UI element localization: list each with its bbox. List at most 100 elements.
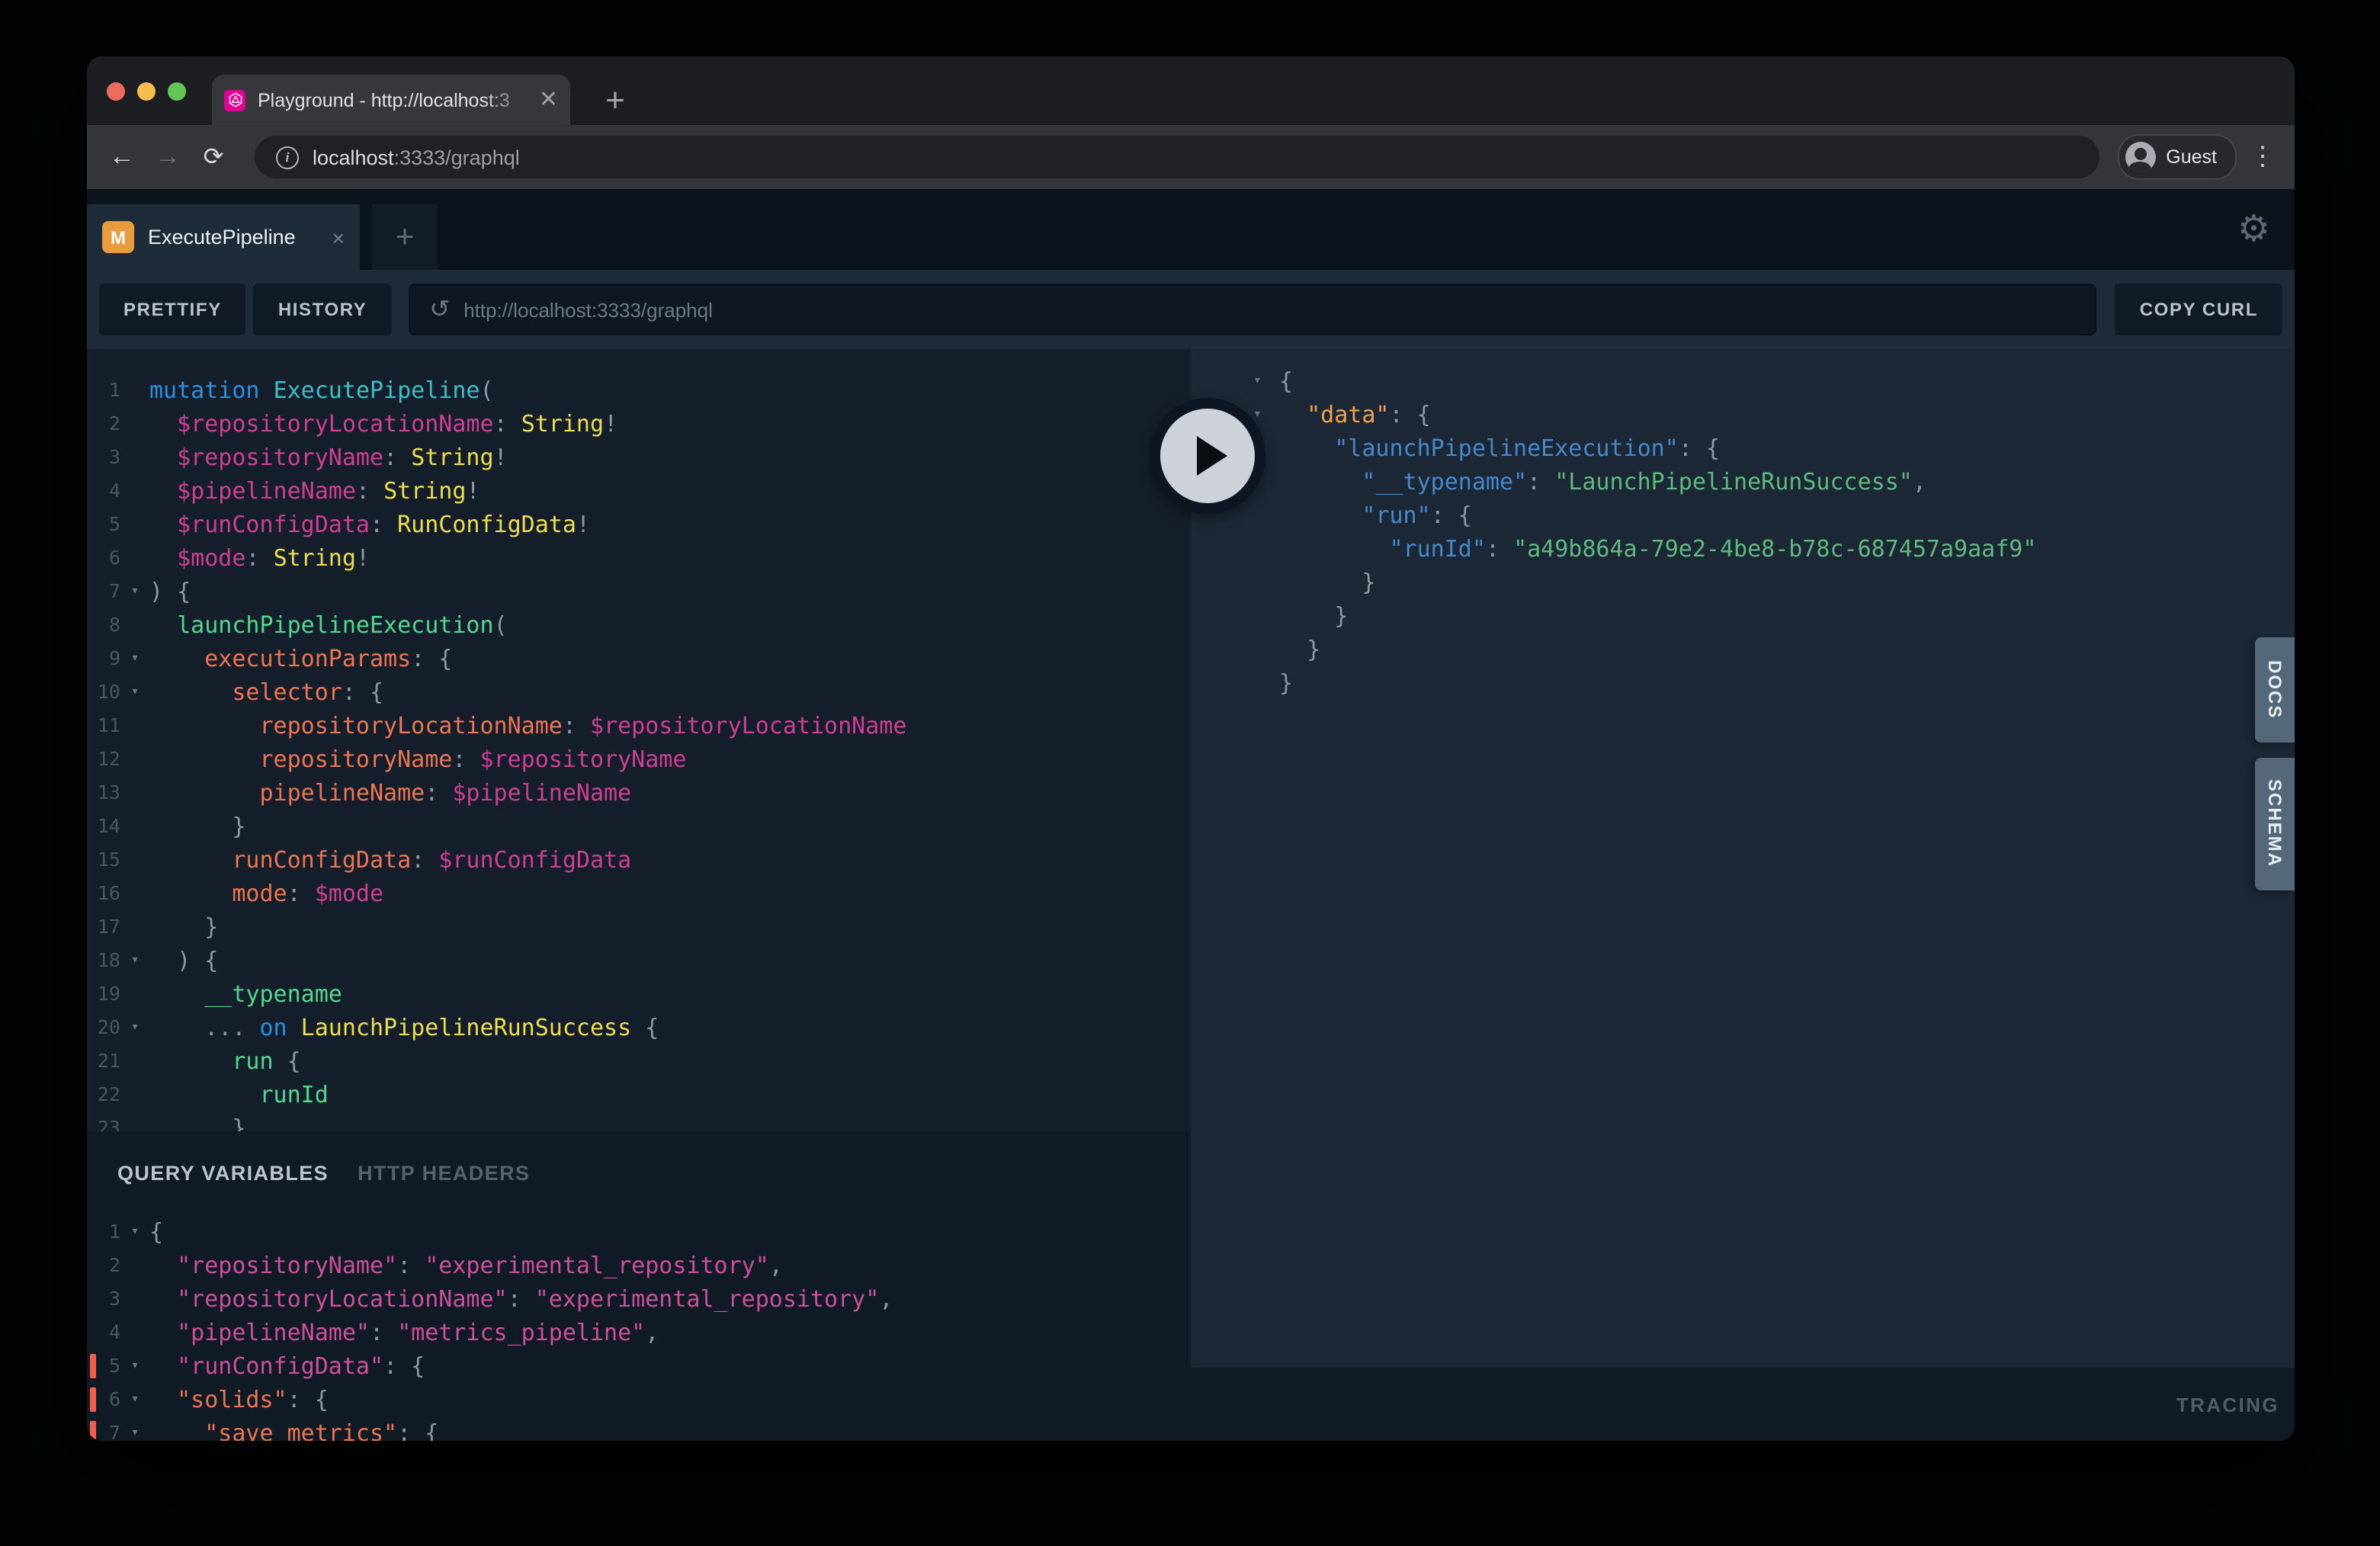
query-editor-code[interactable]: 1mutation ExecutePipeline(2 $repositoryL…: [87, 374, 1191, 1131]
code-text: "launchPipelineExecution": {: [1279, 431, 1720, 465]
fold-arrow-icon[interactable]: ▾: [120, 575, 149, 608]
tracing-toggle[interactable]: TRACING: [2176, 1368, 2279, 1441]
line-number: 20: [87, 1011, 120, 1044]
fold-arrow-icon[interactable]: ▾: [120, 1215, 149, 1249]
editor-line[interactable]: 14 }: [87, 810, 1191, 843]
line-number: 16: [87, 877, 120, 910]
query-editor[interactable]: 1mutation ExecutePipeline(2 $repositoryL…: [87, 349, 1191, 1131]
editor-line[interactable]: 6 $mode: String!: [87, 541, 1191, 575]
response-line[interactable]: }: [1191, 599, 2295, 633]
play-icon: [1197, 436, 1227, 476]
variables-line[interactable]: 1▾{: [87, 1215, 1191, 1249]
editor-line[interactable]: 22 runId: [87, 1078, 1191, 1111]
variables-line[interactable]: 2 "repositoryName": "experimental_reposi…: [87, 1249, 1191, 1282]
editor-line[interactable]: 16 mode: $mode: [87, 877, 1191, 910]
fold-arrow-icon[interactable]: ▾: [120, 675, 149, 709]
variables-pane[interactable]: QUERY VARIABLES HTTP HEADERS 1▾{2 "repos…: [87, 1131, 1191, 1441]
fold-arrow-icon[interactable]: ▾: [120, 1383, 149, 1416]
variables-line[interactable]: 6▾ "solids": {: [87, 1383, 1191, 1416]
editor-line[interactable]: 4 $pipelineName: String!: [87, 474, 1191, 508]
fold-arrow-icon[interactable]: ▾: [120, 1416, 149, 1441]
tab-http-headers[interactable]: HTTP HEADERS: [358, 1162, 530, 1185]
tab-query-variables[interactable]: QUERY VARIABLES: [117, 1162, 329, 1185]
editor-line[interactable]: 15 runConfigData: $runConfigData: [87, 843, 1191, 877]
response-line[interactable]: ▾{: [1191, 364, 2295, 398]
response-pane[interactable]: ▾{▾ "data": {▾ "launchPipelineExecution"…: [1191, 349, 2295, 1368]
browser-tab[interactable]: Playground - http://localhost:3 ✕: [212, 75, 570, 125]
editor-line[interactable]: 23 }: [87, 1111, 1191, 1131]
fold-arrow-icon[interactable]: ▾: [120, 1349, 149, 1383]
editor-line[interactable]: 3 $repositoryName: String!: [87, 441, 1191, 474]
response-line[interactable]: "runId": "a49b864a-79e2-4be8-b78c-687457…: [1191, 532, 2295, 566]
query-variables-code[interactable]: 1▾{2 "repositoryName": "experimental_rep…: [87, 1215, 1191, 1441]
graphql-favicon-icon: [224, 89, 245, 111]
variables-line[interactable]: 7▾ "save_metrics": {: [87, 1416, 1191, 1441]
editor-line[interactable]: 21 run {: [87, 1044, 1191, 1078]
editor-line[interactable]: 1mutation ExecutePipeline(: [87, 374, 1191, 407]
back-button[interactable]: ←: [99, 142, 145, 172]
editor-line[interactable]: 13 pipelineName: $pipelineName: [87, 776, 1191, 810]
fold-spacer: [120, 810, 149, 843]
window-minimize-button[interactable]: [137, 82, 156, 101]
variables-line[interactable]: 4 "pipelineName": "metrics_pipeline",: [87, 1316, 1191, 1349]
response-line[interactable]: "__typename": "LaunchPipelineRunSuccess"…: [1191, 465, 2295, 499]
history-button[interactable]: HISTORY: [254, 284, 392, 335]
response-line[interactable]: ▾ "data": {: [1191, 398, 2295, 431]
code-text: $repositoryLocationName: String!: [149, 407, 617, 441]
fold-spacer: [120, 743, 149, 776]
error-marker: [90, 1421, 96, 1441]
browser-tab-title: Playground - http://localhost:3: [258, 89, 533, 111]
site-info-icon[interactable]: i: [276, 146, 299, 168]
fold-spacer: [120, 508, 149, 541]
code-text: $repositoryName: String!: [149, 441, 508, 474]
endpoint-input[interactable]: ↺ http://localhost:3333/graphql: [408, 284, 2096, 335]
response-line[interactable]: }: [1191, 633, 2295, 666]
reload-button[interactable]: ⟳: [191, 142, 236, 172]
code-text: $runConfigData: RunConfigData!: [149, 508, 590, 541]
playground-tab-bar: M ExecutePipeline × + ⚙: [87, 189, 2295, 270]
playground-tab-executepipeline[interactable]: M ExecutePipeline ×: [87, 204, 360, 270]
execute-play-button[interactable]: [1150, 398, 1265, 514]
window-close-button[interactable]: [107, 82, 125, 101]
editor-line[interactable]: 8 launchPipelineExecution(: [87, 608, 1191, 642]
editor-line[interactable]: 11 repositoryLocationName: $repositoryLo…: [87, 709, 1191, 743]
fold-spacer: [1191, 599, 1279, 633]
editor-line[interactable]: 9▾ executionParams: {: [87, 642, 1191, 675]
copy-curl-button[interactable]: COPY CURL: [2115, 284, 2282, 335]
prettify-button[interactable]: PRETTIFY: [99, 284, 246, 335]
editor-line[interactable]: 10▾ selector: {: [87, 675, 1191, 709]
response-line[interactable]: }: [1191, 666, 2295, 700]
variables-line[interactable]: 5▾ "runConfigData": {: [87, 1349, 1191, 1383]
profile-button[interactable]: Guest: [2117, 134, 2237, 180]
editor-line[interactable]: 20▾ ... on LaunchPipelineRunSuccess {: [87, 1011, 1191, 1044]
fold-arrow-icon[interactable]: ▾: [120, 944, 149, 977]
fold-arrow-icon[interactable]: ▾: [120, 642, 149, 675]
forward-button[interactable]: →: [145, 142, 191, 172]
fold-arrow-icon[interactable]: ▾: [120, 1011, 149, 1044]
browser-menu-icon[interactable]: ⋮: [2237, 142, 2289, 172]
response-line[interactable]: "run": {: [1191, 499, 2295, 532]
history-undo-icon[interactable]: ↺: [429, 294, 450, 325]
settings-gear-icon[interactable]: ⚙: [2237, 204, 2270, 256]
variables-line[interactable]: 3 "repositoryLocationName": "experimenta…: [87, 1282, 1191, 1316]
editor-line[interactable]: 2 $repositoryLocationName: String!: [87, 407, 1191, 441]
address-bar[interactable]: i localhost:3333/graphql: [255, 136, 2099, 178]
screen: Playground - http://localhost:3 ✕ + ← → …: [0, 0, 2380, 1546]
playground-tab-close-icon[interactable]: ×: [332, 225, 345, 249]
editor-line[interactable]: 12 repositoryName: $repositoryName: [87, 743, 1191, 776]
browser-new-tab-button[interactable]: +: [590, 75, 640, 125]
docs-side-tab[interactable]: DOCS: [2255, 637, 2295, 743]
playground-new-tab-button[interactable]: +: [372, 204, 438, 270]
editor-line[interactable]: 7▾) {: [87, 575, 1191, 608]
editor-line[interactable]: 17 }: [87, 910, 1191, 944]
schema-side-tab[interactable]: SCHEMA: [2255, 758, 2295, 890]
editor-line[interactable]: 19 __typename: [87, 977, 1191, 1011]
fold-spacer: [1191, 633, 1279, 666]
browser-tab-close-icon[interactable]: ✕: [539, 88, 558, 111]
editor-line[interactable]: 18▾ ) {: [87, 944, 1191, 977]
editor-line[interactable]: 5 $runConfigData: RunConfigData!: [87, 508, 1191, 541]
window-zoom-button[interactable]: [168, 82, 186, 101]
response-line[interactable]: ▾ "launchPipelineExecution": {: [1191, 431, 2295, 465]
fold-arrow-icon[interactable]: ▾: [1191, 364, 1279, 398]
response-line[interactable]: }: [1191, 566, 2295, 599]
